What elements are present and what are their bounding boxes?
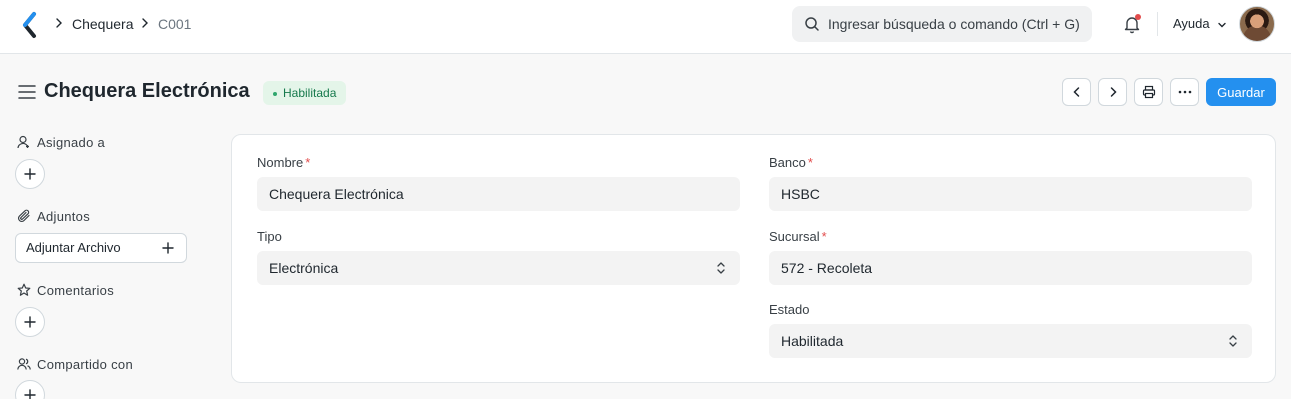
help-menu[interactable]: Ayuda	[1173, 16, 1227, 31]
status-badge: Habilitada	[263, 81, 347, 105]
tipo-label: Tipo	[257, 229, 282, 244]
status-dot	[273, 91, 277, 96]
estado-label: Estado	[769, 302, 809, 317]
add-share-button[interactable]	[15, 380, 45, 399]
more-horizontal-icon	[1178, 90, 1191, 94]
plus-icon	[24, 389, 36, 399]
notification-dot	[1135, 14, 1141, 20]
save-button[interactable]: Guardar	[1206, 78, 1276, 106]
comments-section: Comentarios	[17, 283, 114, 298]
navbar-divider	[1157, 12, 1158, 36]
banco-field[interactable]: HSBC	[769, 177, 1252, 211]
nombre-field[interactable]: Chequera Electrónica	[257, 177, 740, 211]
select-arrows-icon	[1229, 335, 1237, 347]
add-comment-button[interactable]	[15, 307, 45, 337]
chevron-right-icon	[142, 18, 148, 28]
banco-label-text: Banco	[769, 155, 806, 170]
tipo-label-text: Tipo	[257, 229, 282, 244]
required-marker: *	[807, 155, 813, 170]
star-icon	[17, 283, 31, 296]
chevron-left-icon	[1072, 87, 1079, 97]
plus-icon	[24, 168, 36, 180]
required-marker: *	[821, 229, 827, 244]
next-button[interactable]	[1098, 78, 1127, 106]
estado-label-text: Estado	[769, 302, 810, 317]
nombre-label-text: Nombre	[257, 155, 304, 170]
chevron-down-icon	[1218, 22, 1226, 28]
banco-label: Banco *	[769, 155, 813, 170]
assigned-to-label: Asignado a	[37, 135, 106, 150]
app-logo[interactable]	[20, 11, 40, 39]
printer-icon	[1142, 85, 1155, 99]
user-icon	[17, 135, 29, 149]
estado-value: Habilitada	[781, 333, 844, 349]
sucursal-field[interactable]: 572 - Recoleta	[769, 251, 1252, 285]
menu-icon[interactable]	[18, 84, 36, 100]
navbar: Chequera C001 Ayuda	[0, 0, 1291, 54]
page-title: Chequera Electrónica	[44, 80, 250, 102]
plus-icon	[162, 242, 174, 254]
estado-select[interactable]: Habilitada	[769, 324, 1252, 358]
attachments-label: Adjuntos	[37, 209, 90, 224]
shared-with-label: Compartido con	[37, 357, 133, 372]
add-assignee-button[interactable]	[15, 159, 45, 189]
users-icon	[17, 358, 31, 370]
search-input[interactable]	[828, 6, 1084, 42]
shared-with-section: Compartido con	[17, 357, 133, 372]
assigned-to-section: Asignado a	[17, 135, 105, 150]
sucursal-label: Sucursal *	[769, 229, 827, 244]
attachments-section: Adjuntos	[17, 209, 90, 224]
status-label: Habilitada	[283, 86, 337, 100]
sucursal-label-text: Sucursal	[769, 229, 820, 244]
plus-icon	[24, 316, 36, 328]
tipo-value: Electrónica	[269, 260, 339, 276]
attach-file-label: Adjuntar Archivo	[26, 240, 121, 255]
user-avatar[interactable]	[1239, 6, 1275, 42]
comments-label: Comentarios	[37, 283, 114, 298]
search-bar[interactable]	[792, 6, 1092, 42]
required-marker: *	[305, 155, 311, 170]
help-label: Ayuda	[1173, 16, 1210, 31]
chevron-right-icon	[56, 18, 62, 28]
nombre-label: Nombre *	[257, 155, 310, 170]
select-arrows-icon	[717, 262, 725, 274]
previous-button[interactable]	[1062, 78, 1091, 106]
breadcrumb-chequera[interactable]: Chequera	[72, 15, 134, 33]
attach-file-button[interactable]: Adjuntar Archivo	[15, 233, 187, 263]
more-options-button[interactable]	[1170, 78, 1199, 106]
chevron-right-icon	[1110, 87, 1117, 97]
tipo-select[interactable]: Electrónica	[257, 251, 740, 285]
print-button[interactable]	[1134, 78, 1163, 106]
paperclip-icon	[17, 209, 30, 223]
form-card: Nombre * Chequera Electrónica Tipo Electr…	[231, 134, 1276, 383]
breadcrumb-current[interactable]: C001	[158, 15, 191, 33]
search-icon	[805, 17, 819, 31]
